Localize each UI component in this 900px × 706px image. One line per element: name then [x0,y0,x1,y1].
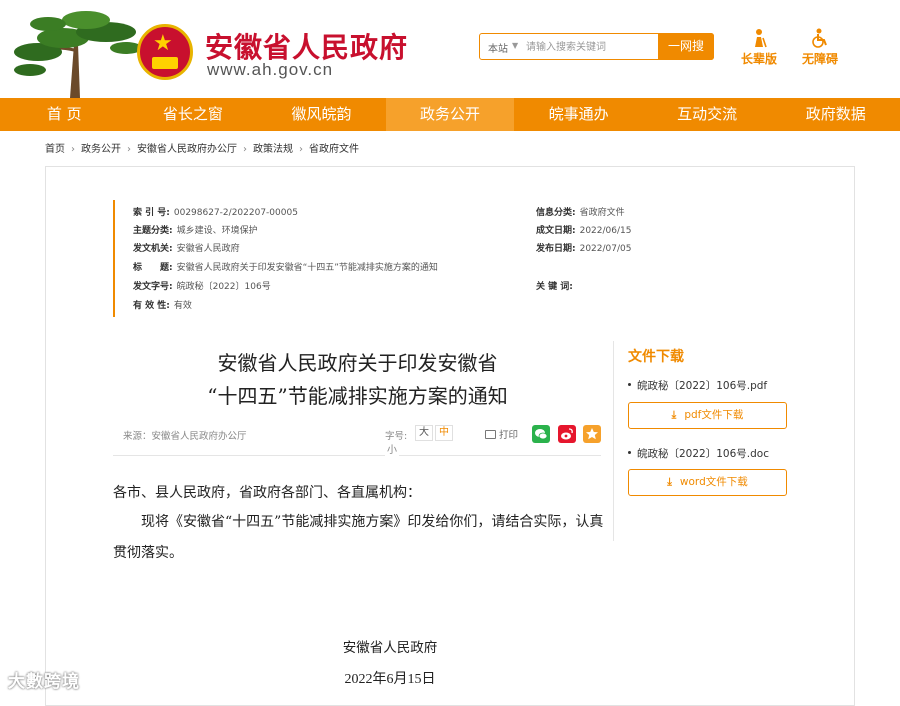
meta-publish-date: 发布日期: 2022/07/05 [536,244,632,254]
nav-item-government-affairs[interactable]: 政务公开 [385,98,515,131]
font-size-large-button[interactable]: 大 [415,425,433,441]
download-file-name: 皖政秘〔2022〕106号.pdf [628,378,767,393]
national-emblem: ★ [137,24,193,80]
emblem-gate-icon [152,57,178,69]
nav-item-interaction[interactable]: 互动交流 [643,98,772,131]
chevron-down-icon[interactable]: ▼ [512,41,518,50]
meta-keywords: 关 键 词: [536,282,573,292]
meta-written-date: 成文日期: 2022/06/15 [536,226,632,236]
elder-mode-label: 长辈版 [740,52,777,66]
download-icon: ⤓ [667,476,672,488]
nav-item-home[interactable]: 首 页 [0,98,129,131]
breadcrumb-separator: › [127,144,131,155]
elder-icon [755,29,767,48]
font-size-small-button[interactable]: 小 [385,444,399,460]
article-signer: 安徽省人民政府 [342,640,438,656]
nav-item-culture[interactable]: 徽风皖韵 [257,98,386,131]
bullet-icon [628,451,631,454]
article-title-line1: 安徽省人民政府关于印发安徽省 [217,351,498,375]
meta-topic: 主题分类: 城乡建设、环境保护 [133,226,258,236]
breadcrumb-provincial-docs[interactable]: 省政府文件 [309,144,359,155]
article-paragraph: 现将《安徽省“十四五”节能减排实施方案》印发给你们，请结合实际，认真贯彻落实。 [113,514,604,561]
wheelchair-icon [812,28,827,48]
word-download-button[interactable]: ⤓ word文件下载 [628,469,787,496]
site-url: www.ah.gov.cn [207,60,334,79]
nav-item-data[interactable]: 政府数据 [771,98,900,131]
print-label: 打印 [499,430,519,441]
breadcrumb-office[interactable]: 安徽省人民政府办公厅 [137,144,237,155]
article-salutation: 各市、县人民政府，省政府各部门、各直属机构： [113,485,421,501]
article-date: 2022年6月15日 [344,672,436,687]
printer-icon [485,430,496,439]
bullet-icon [628,383,631,386]
breadcrumb-home[interactable]: 首页 [45,144,65,155]
font-size-medium-button[interactable]: 中 [435,425,453,441]
breadcrumb-separator: › [71,144,75,155]
meta-title: 标 题: 安徽省人民政府关于印发安徽省“十四五”节能减排实施方案的通知 [133,263,438,273]
search-input[interactable] [526,37,656,57]
site-header: ★ 安徽省人民政府 www.ah.gov.cn 本站 ▼ 一网搜 长辈版 无障碍 [0,0,900,98]
share-weibo-button[interactable] [558,425,576,443]
meta-index-no: 索 引 号: 00298627-2/202207-00005 [133,208,298,218]
download-icon: ⤓ [671,409,677,421]
pine-tree-logo [14,11,142,98]
wechat-icon [535,429,548,440]
article-title-line2: “十四五”节能减排实施方案的通知 [207,384,508,408]
main-nav: 首 页 省长之窗 徽风皖韵 政务公开 皖事通办 互动交流 政府数据 [0,98,900,131]
breadcrumb: 首页 › 政务公开 › 安徽省人民政府办公厅 › 政策法规 › 省政府文件 [45,140,359,155]
pdf-download-button[interactable]: ⤓ pdf文件下载 [628,402,787,429]
nav-item-governor[interactable]: 省长之窗 [129,98,258,131]
star-icon [586,428,598,440]
meta-doc-no: 发文字号: 皖政秘〔2022〕106号 [133,282,271,292]
search-button[interactable]: 一网搜 [658,33,714,60]
meta-issuer: 发文机关: 安徽省人民政府 [133,244,240,254]
elder-mode-button[interactable]: 长辈版 [734,28,784,67]
meta-info-class: 信息分类: 省政府文件 [536,208,625,218]
breadcrumb-separator: › [243,144,247,155]
nav-item-services[interactable]: 皖事通办 [514,98,643,131]
watermark: 大數跨境 [8,672,80,692]
meta-validity: 有 效 性: 有效 [133,301,192,311]
search-scope-select[interactable]: 本站 [488,40,508,55]
breadcrumb-separator: › [299,144,303,155]
article-toolbar: 来源：安徽省人民政府办公厅 字号: 大 中 小 打印 [113,420,601,460]
share-wechat-button[interactable] [532,425,550,443]
download-file-name: 皖政秘〔2022〕106号.doc [628,446,769,461]
breadcrumb-policy[interactable]: 政策法规 [253,144,293,155]
accessibility-label: 无障碍 [801,52,838,66]
downloads-title: 文件下载 [628,349,684,365]
breadcrumb-government-affairs[interactable]: 政务公开 [81,144,121,155]
sidebar-divider [613,341,614,541]
favorite-button[interactable] [583,425,601,443]
search-box: 本站 ▼ 一网搜 [479,33,714,60]
article-source: 来源：安徽省人民政府办公厅 [123,431,247,442]
emblem-star-icon: ★ [153,31,173,56]
document-metadata: 索 引 号: 00298627-2/202207-00005 主题分类: 城乡建设、… [113,200,683,317]
weibo-icon [561,428,573,440]
accessibility-button[interactable]: 无障碍 [795,28,845,67]
print-button[interactable]: 打印 [485,427,518,441]
font-size-label: 字号: [385,431,408,442]
